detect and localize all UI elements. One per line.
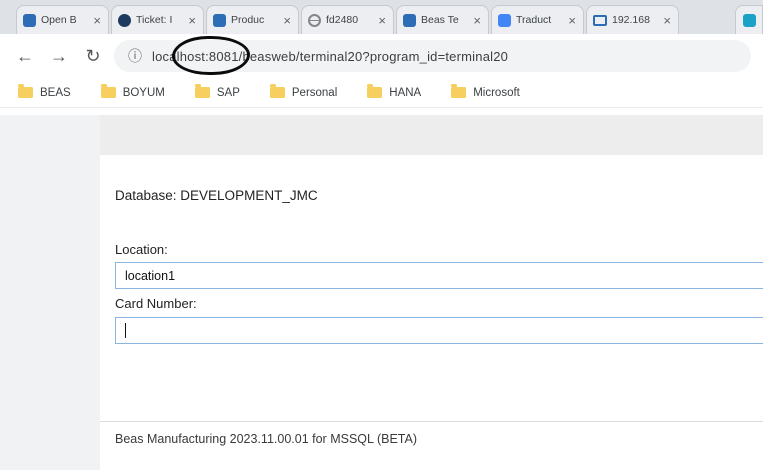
bookmark-folder-sap[interactable]: SAP bbox=[195, 87, 240, 99]
grid-app-icon bbox=[743, 14, 756, 27]
bookmark-folder-beas[interactable]: BEAS bbox=[18, 87, 71, 99]
database-line: Database: DEVELOPMENT_JMC bbox=[115, 188, 318, 203]
tab-open-b[interactable]: Open B × bbox=[16, 5, 109, 34]
beas-app-icon bbox=[403, 14, 416, 27]
tab-192-168[interactable]: 192.168 × bbox=[586, 5, 679, 34]
reload-icon[interactable]: ↻ bbox=[80, 43, 106, 69]
tab-label: Beas Te bbox=[421, 14, 467, 26]
translate-icon bbox=[498, 14, 511, 27]
info-icon[interactable]: ⓘ bbox=[128, 46, 142, 66]
monitor-icon bbox=[593, 15, 607, 26]
tab-partial[interactable] bbox=[735, 5, 763, 34]
tab-close-icon[interactable]: × bbox=[187, 14, 197, 27]
address-bar[interactable]: ⓘ localhost:8081/beasweb/terminal20?prog… bbox=[114, 40, 751, 72]
tab-traduct[interactable]: Traduct × bbox=[491, 5, 584, 34]
tab-bar: Open B × Ticket: I × Produc × fd2480 × B… bbox=[0, 0, 763, 34]
beas-app-icon bbox=[23, 14, 36, 27]
tab-label: Produc bbox=[231, 14, 277, 26]
tab-label: fd2480 bbox=[326, 14, 372, 26]
tab-label: 192.168 bbox=[612, 14, 657, 26]
card-number-input[interactable] bbox=[115, 317, 763, 344]
location-input[interactable]: location1 bbox=[115, 262, 763, 289]
tab-label: Open B bbox=[41, 14, 87, 26]
tab-close-icon[interactable]: × bbox=[377, 14, 387, 27]
ticket-app-icon bbox=[118, 14, 131, 27]
bookmark-folder-personal[interactable]: Personal bbox=[270, 87, 337, 99]
tab-label: Traduct bbox=[516, 14, 562, 26]
bookmark-folder-boyum[interactable]: BOYUM bbox=[101, 87, 165, 99]
footer-version-text: Beas Manufacturing 2023.11.00.01 for MSS… bbox=[115, 432, 417, 446]
bookmarks-bar: BEAS BOYUM SAP Personal HANA Microsoft bbox=[0, 78, 763, 108]
bookmark-folder-microsoft[interactable]: Microsoft bbox=[451, 87, 520, 99]
tab-close-icon[interactable]: × bbox=[662, 14, 672, 27]
folder-icon bbox=[195, 87, 210, 98]
page-header-band bbox=[100, 115, 763, 155]
text-caret bbox=[125, 323, 126, 338]
url-text: localhost:8081/beasweb/terminal20?progra… bbox=[152, 49, 508, 64]
location-label: Location: bbox=[115, 242, 168, 257]
tab-produc[interactable]: Produc × bbox=[206, 5, 299, 34]
page-content: Database: DEVELOPMENT_JMC Location: loca… bbox=[0, 108, 763, 470]
bookmark-label: HANA bbox=[389, 87, 421, 99]
navigation-bar: ← → ↻ ⓘ localhost:8081/beasweb/terminal2… bbox=[0, 34, 763, 78]
tab-ticket[interactable]: Ticket: I × bbox=[111, 5, 204, 34]
bookmark-label: SAP bbox=[217, 87, 240, 99]
beas-app-icon bbox=[213, 14, 226, 27]
folder-icon bbox=[367, 87, 382, 98]
bookmark-folder-hana[interactable]: HANA bbox=[367, 87, 421, 99]
forward-icon[interactable]: → bbox=[46, 43, 72, 69]
bookmark-label: Personal bbox=[292, 87, 337, 99]
folder-icon bbox=[451, 87, 466, 98]
left-gutter bbox=[0, 115, 100, 470]
tab-beas-terminal[interactable]: Beas Te × bbox=[396, 5, 489, 34]
bookmark-label: BEAS bbox=[40, 87, 71, 99]
tab-close-icon[interactable]: × bbox=[282, 14, 292, 27]
footer-divider bbox=[100, 421, 763, 422]
card-number-label: Card Number: bbox=[115, 296, 197, 311]
bookmark-label: BOYUM bbox=[123, 87, 165, 99]
back-icon[interactable]: ← bbox=[12, 43, 38, 69]
tab-close-icon[interactable]: × bbox=[92, 14, 102, 27]
folder-icon bbox=[18, 87, 33, 98]
bookmark-label: Microsoft bbox=[473, 87, 520, 99]
tab-close-icon[interactable]: × bbox=[567, 14, 577, 27]
folder-icon bbox=[270, 87, 285, 98]
globe-icon bbox=[308, 14, 321, 27]
tab-close-icon[interactable]: × bbox=[472, 14, 482, 27]
tab-fd2480[interactable]: fd2480 × bbox=[301, 5, 394, 34]
tab-label: Ticket: I bbox=[136, 14, 182, 26]
location-input-value: location1 bbox=[125, 269, 175, 283]
folder-icon bbox=[101, 87, 116, 98]
